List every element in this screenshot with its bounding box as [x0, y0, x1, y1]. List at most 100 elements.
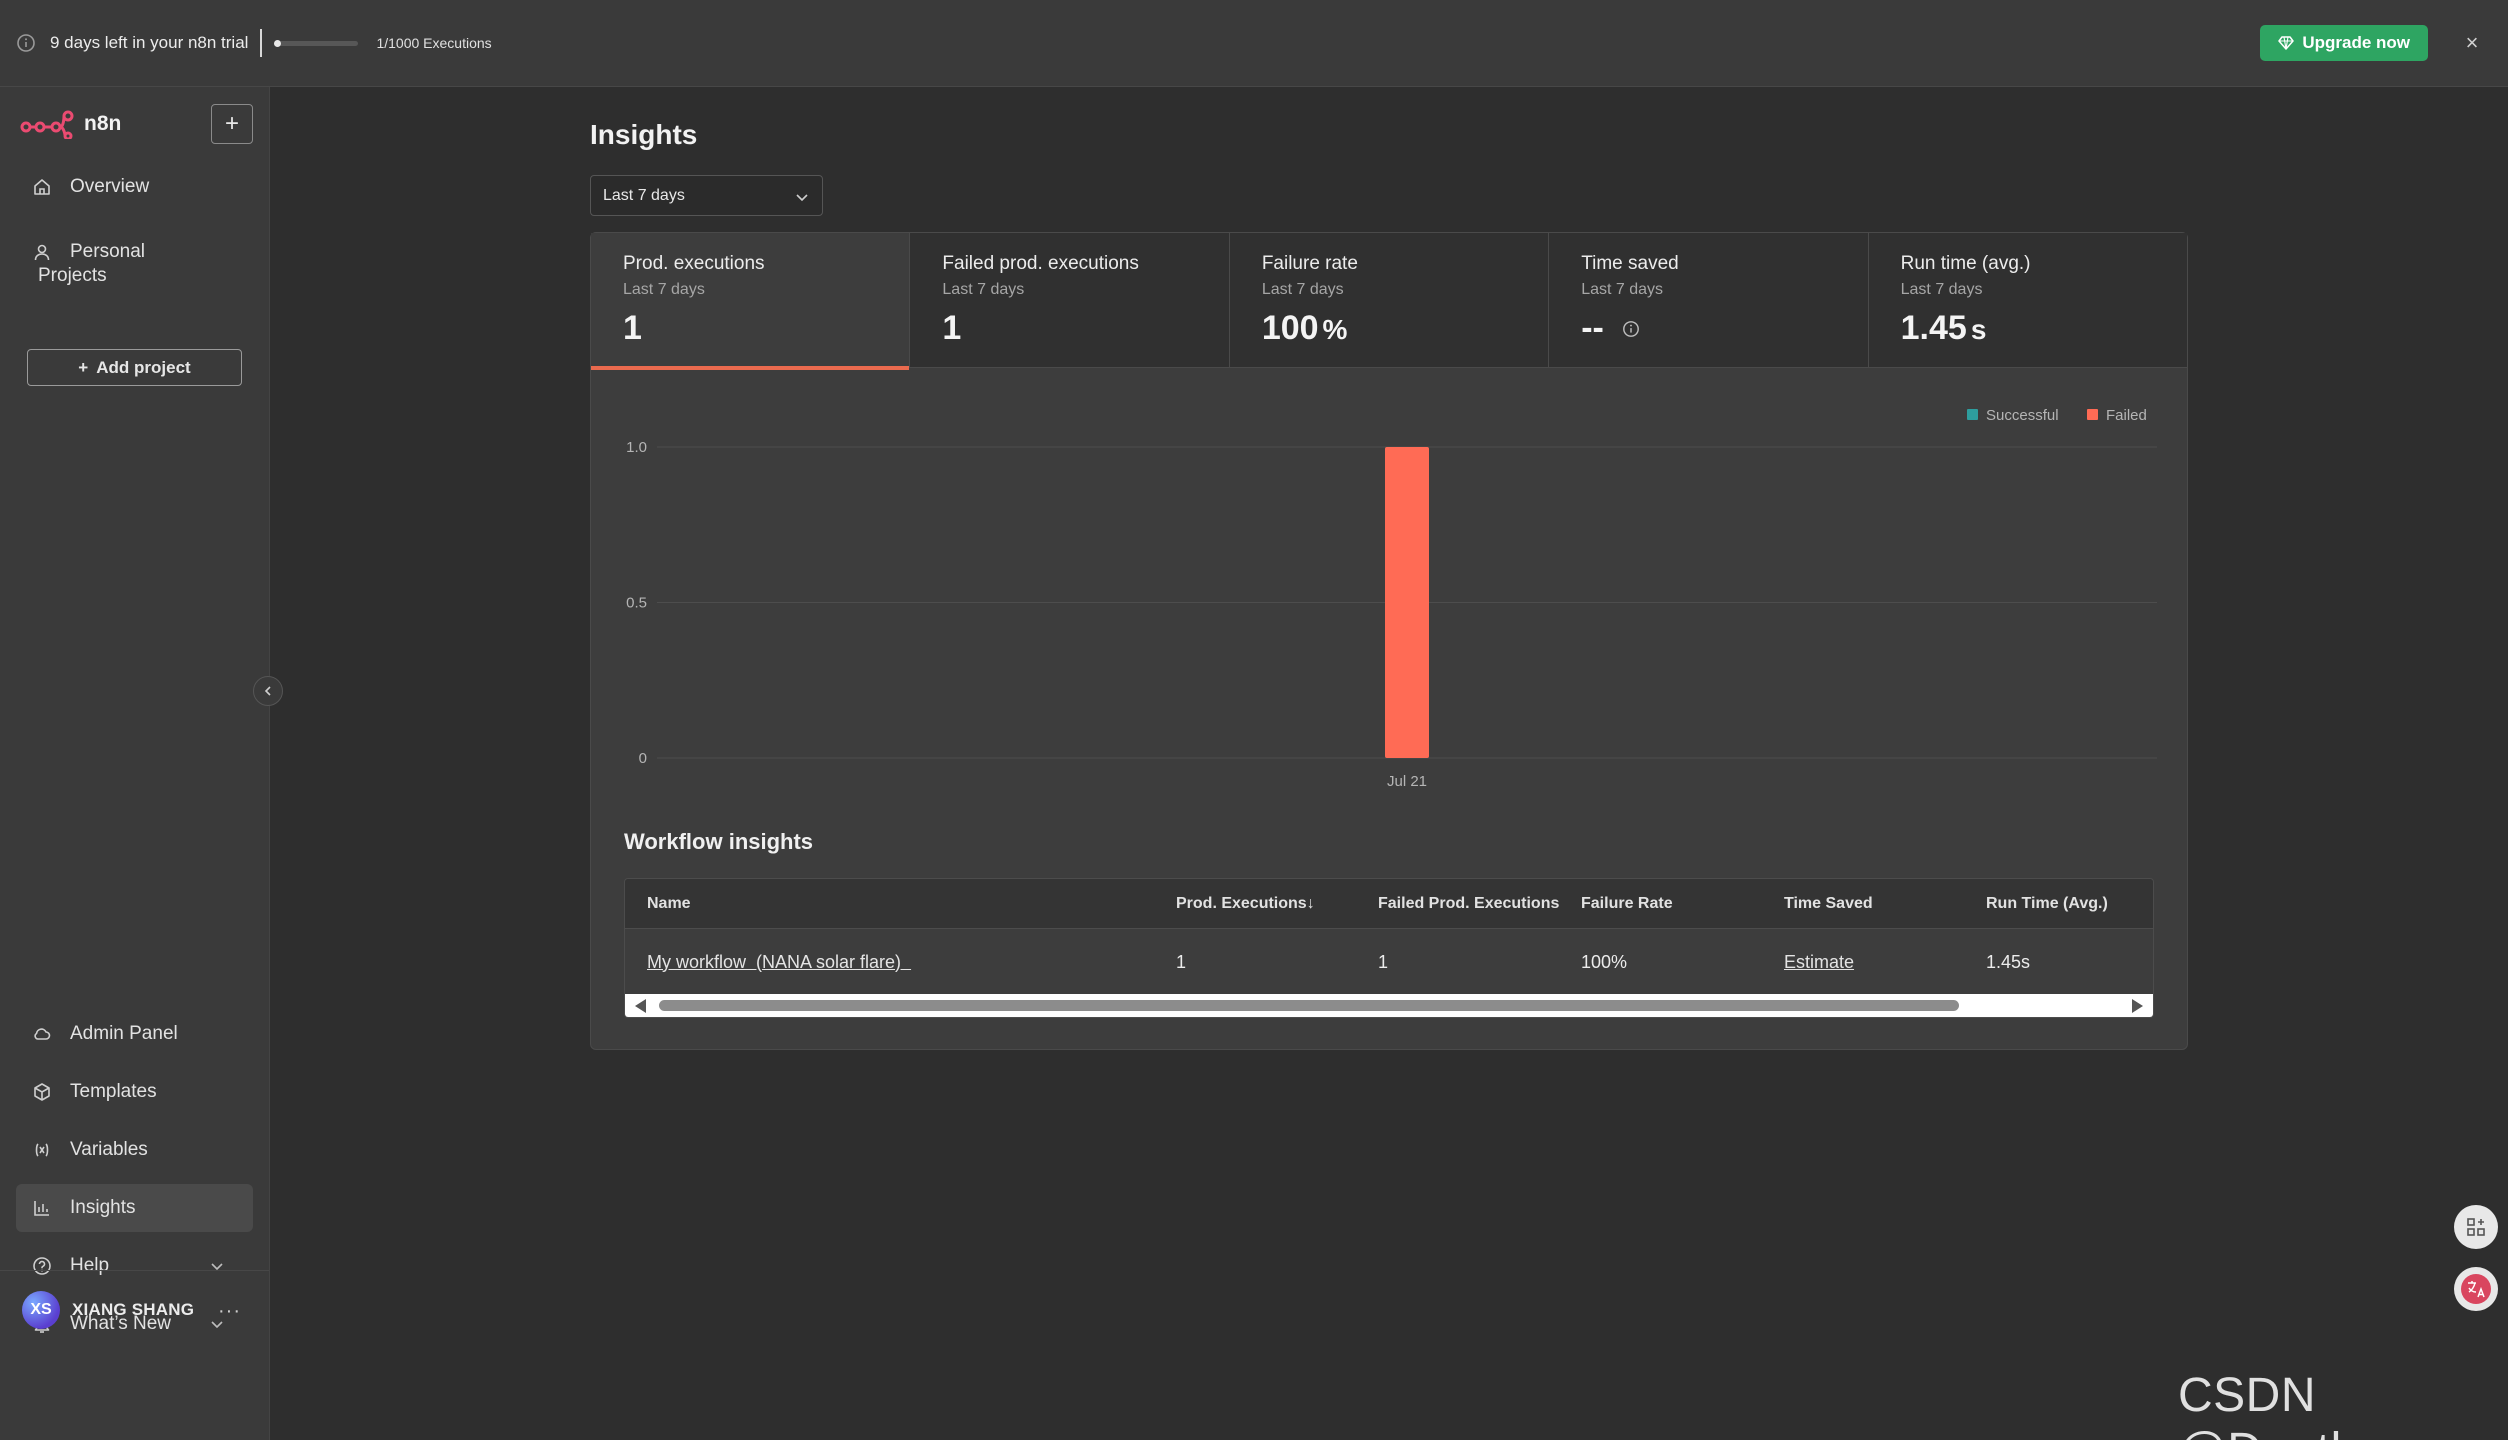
sidebar: n8n + Overview Personal Projects + Add p…	[0, 87, 270, 1440]
y-tick-label: 0	[639, 750, 647, 767]
trial-banner: 9 days left in your n8n trial 1/1000 Exe…	[0, 0, 2508, 87]
column-header-failed-prod-executions[interactable]: Failed Prod. Executions	[1378, 879, 1559, 928]
table-cell-failure-rate: 100%	[1581, 951, 1628, 972]
translate-widget-button[interactable]	[2454, 1267, 2498, 1311]
sidebar-item-insights[interactable]: Insights	[16, 1184, 253, 1232]
column-header-failure-rate[interactable]: Failure Rate	[1581, 879, 1673, 928]
box-icon	[34, 1083, 50, 1101]
scroll-right-arrow-icon[interactable]	[2132, 999, 2143, 1013]
executions-progress-bar	[274, 39, 359, 47]
banner-divider	[260, 29, 263, 57]
sidebar-item-label: Admin Panel	[70, 1023, 178, 1044]
sidebar-item-label: Insights	[70, 1197, 136, 1218]
legend-label: Failed	[2106, 407, 2147, 424]
kpi-time-saved[interactable]: Time saved Last 7 days --	[1549, 233, 1869, 368]
y-tick-label: 1.0	[626, 439, 647, 456]
upgrade-now-button[interactable]: Upgrade now	[2260, 25, 2428, 61]
kpi-value: 1	[623, 309, 642, 347]
date-range-select[interactable]: Last 7 days	[590, 175, 823, 216]
kpi-failure-rate[interactable]: Failure rate Last 7 days 100 %	[1229, 233, 1550, 368]
kpi-unit: %	[1322, 314, 1348, 345]
sidebar-item-overview[interactable]: Overview	[16, 163, 253, 211]
diamond-icon	[2278, 36, 2295, 50]
brand[interactable]: n8n	[20, 109, 121, 139]
column-header-time-saved[interactable]: Time Saved	[1784, 879, 1873, 928]
kpi-subtitle: Last 7 days	[1900, 281, 1983, 298]
chevron-down-icon	[211, 1263, 223, 1271]
sidebar-item-help[interactable]: Help	[16, 1242, 253, 1290]
sidebar-item-variables[interactable]: Variables	[16, 1126, 253, 1174]
create-new-button[interactable]: +	[211, 104, 253, 144]
legend-label: Successful	[1986, 407, 2059, 424]
scroll-left-arrow-icon[interactable]	[635, 999, 646, 1013]
brand-name: n8n	[84, 112, 122, 135]
workflow-insights-title: Workflow insights	[624, 829, 814, 854]
executions-count-text: 1/1000 Executions	[376, 35, 492, 51]
info-icon[interactable]	[1622, 320, 1640, 338]
workflow-link[interactable]: My workflow (NANA solar flare)	[647, 952, 911, 973]
table-row: My workflow (NANA solar flare) 1 1 100% …	[625, 930, 2153, 994]
sidebar-item-templates[interactable]: Templates	[16, 1068, 253, 1116]
estimate-link[interactable]: Estimate	[1784, 952, 1854, 973]
column-header-run-time[interactable]: Run Time (Avg.)	[1986, 879, 2108, 928]
sidebar-item-label: Templates	[70, 1081, 157, 1102]
help-circle-icon	[33, 1257, 51, 1275]
kpi-title: Run time (avg.)	[1900, 253, 2031, 274]
column-header-name[interactable]: Name	[647, 879, 691, 928]
kpi-value: 1.45	[1900, 309, 1967, 347]
sidebar-item-label: Personal	[70, 241, 145, 262]
kpi-value: --	[1581, 309, 1604, 347]
upgrade-now-label: Upgrade now	[2302, 33, 2410, 52]
kpi-subtitle: Last 7 days	[623, 281, 705, 298]
insights-panel: Prod. executions Last 7 days 1 Failed pr…	[590, 232, 2188, 1050]
collapse-sidebar-button[interactable]	[253, 676, 283, 706]
kpi-failed-prod-executions[interactable]: Failed prod. executions Last 7 days 1	[910, 233, 1230, 368]
cloud-icon	[34, 1028, 51, 1040]
column-header-prod-executions[interactable]: Prod. Executions ↓	[1176, 879, 1315, 928]
apps-widget-button[interactable]	[2454, 1205, 2498, 1249]
table-cell-failed-executions: 1	[1378, 951, 1389, 972]
user-menu[interactable]: XS XIANG SHANG	[22, 1291, 194, 1329]
user-divider	[0, 1270, 269, 1271]
sidebar-item-admin-panel[interactable]: Admin Panel	[16, 1010, 253, 1058]
kpi-value: 100	[1261, 309, 1319, 347]
bar-chart-icon	[34, 1201, 49, 1216]
sort-arrow-icon: ↓	[1306, 894, 1315, 912]
page-title: Insights	[590, 119, 698, 150]
translate-icon	[2461, 1274, 2491, 1304]
kpi-title: Failure rate	[1261, 253, 1358, 274]
executions-progress-fill	[274, 39, 282, 47]
add-project-label: Add project	[96, 357, 191, 377]
kpi-value: 1	[942, 309, 962, 347]
apps-icon	[2467, 1218, 2485, 1236]
chevron-down-icon	[796, 194, 808, 202]
table-header-row: Name Prod. Executions ↓ Failed Prod. Exec…	[625, 879, 2153, 929]
home-icon	[34, 179, 50, 195]
kpi-run-time[interactable]: Run time (avg.) Last 7 days 1.45 s	[1868, 233, 2188, 368]
kpi-tabs: Prod. executions Last 7 days 1 Failed pr…	[591, 233, 2188, 370]
add-project-button[interactable]: + Add project	[27, 349, 242, 386]
plus-icon: +	[78, 357, 89, 377]
table-cell-run-time: 1.45s	[1986, 951, 2031, 972]
sidebar-item-label: Variables	[70, 1139, 148, 1160]
kpi-prod-executions[interactable]: Prod. executions Last 7 days 1	[591, 233, 911, 370]
horizontal-scrollbar[interactable]	[625, 994, 2153, 1017]
kpi-subtitle: Last 7 days	[1261, 281, 1344, 298]
projects-heading: Projects	[38, 265, 107, 286]
table-cell-prod-executions: 1	[1176, 951, 1187, 972]
info-icon	[17, 34, 35, 52]
kpi-title: Failed prod. executions	[942, 253, 1139, 274]
x-tick-label: Jul 21	[1387, 773, 1427, 788]
user-more-button[interactable]: ···	[218, 1300, 241, 1323]
user-name: XIANG SHANG	[72, 1300, 195, 1319]
watermark: CSDN @Dontla	[2178, 1369, 2368, 1440]
scrollbar-thumb[interactable]	[659, 1000, 1959, 1011]
avatar: XS	[22, 1291, 60, 1329]
close-banner-button[interactable]: ×	[2460, 30, 2484, 56]
kpi-subtitle: Last 7 days	[942, 281, 1025, 298]
y-tick-label: 0.5	[626, 595, 647, 612]
n8n-logo-icon	[20, 110, 74, 139]
variable-icon	[35, 1143, 49, 1157]
kpi-title: Prod. executions	[623, 253, 765, 274]
legend-swatch	[1967, 409, 1978, 420]
